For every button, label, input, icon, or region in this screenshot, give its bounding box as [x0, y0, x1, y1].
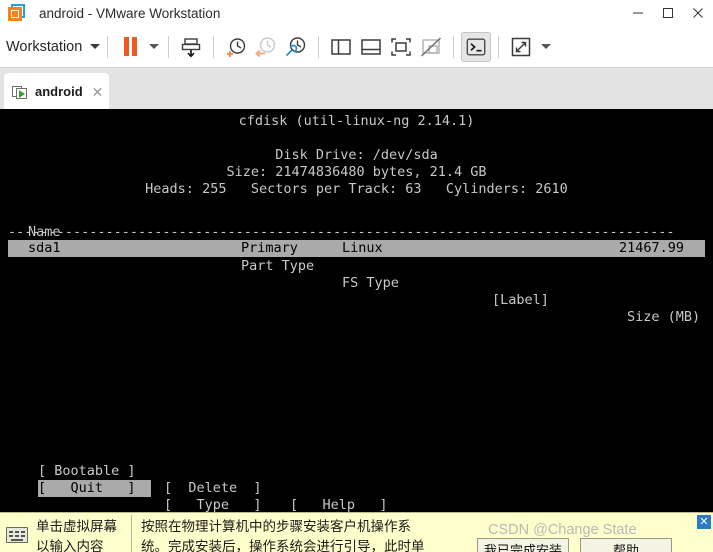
installation-complete-button[interactable]: 我已完成安装 [477, 538, 569, 552]
toolbar-divider [168, 35, 170, 58]
power-down-icon [182, 37, 201, 58]
cfdisk-header: cfdisk (util-linux-ng 2.14.1) [238, 113, 475, 129]
toolbar-divider [107, 35, 109, 58]
keyboard-icon [6, 527, 28, 543]
console-prompt-icon [466, 38, 486, 55]
snapshot-manage-icon [286, 36, 306, 56]
menu-item-quit[interactable]: [ Quit ] [38, 480, 151, 497]
toolbar-divider [498, 35, 500, 58]
hint-left-line-2: 以输入内容 [36, 539, 104, 552]
column-header-fs-type: FS Type [342, 275, 399, 291]
disk-geometry-line: Heads: 255 Sectors per Track: 63 Cylinde… [145, 181, 568, 197]
toolbar-divider [318, 35, 320, 58]
maximize-button[interactable] [653, 0, 683, 26]
help-button[interactable]: 帮助 [580, 538, 672, 552]
column-header-size: Size (MB) [627, 309, 701, 325]
cell-fs-type: Linux [342, 240, 383, 256]
guest-console-cfdisk[interactable]: cfdisk (util-linux-ng 2.14.1) Disk Drive… [0, 109, 713, 512]
chevron-down-icon [90, 44, 101, 49]
window-title: android - VMware Workstation [39, 5, 221, 21]
tab-label: android [35, 84, 83, 99]
tab-android[interactable]: android ✕ [4, 73, 110, 110]
table-separator: ----------------------------------------… [8, 224, 675, 240]
suspend-button[interactable] [115, 32, 145, 62]
console-view-button[interactable] [461, 31, 492, 62]
vm-running-icon [12, 84, 28, 100]
hint-message: 按照在物理计算机中的步骤安装客户机操作系 统。完成安装后，操作系统会进行引导，此… [141, 517, 425, 552]
cell-name: sda1 [28, 240, 61, 256]
vm-tab-strip: android ✕ [0, 67, 713, 110]
menu-item-quit-label: [ Quit ] [38, 480, 136, 496]
stretch-arrows-icon [512, 37, 531, 56]
cfdisk-status-line: Quit program without writing partition t… [0, 497, 713, 512]
workstation-menu-button[interactable]: Workstation [6, 38, 101, 55]
suspend-dropdown[interactable] [145, 32, 161, 62]
column-header-part-type: Part Type [241, 258, 315, 274]
hint-divider [131, 515, 132, 552]
pause-icon [123, 37, 137, 56]
enter-fullscreen-button[interactable] [386, 32, 416, 62]
chevron-down-icon [541, 44, 552, 49]
toolbar-divider [213, 35, 215, 58]
hint-message-line-2: 统。完成安装后，操作系统会进行引导，此时单 [141, 539, 425, 552]
unity-mode-button[interactable] [416, 32, 446, 62]
hint-message-line-1: 按照在物理计算机中的步骤安装客户机操作系 [141, 519, 411, 534]
stretch-guest-dropdown[interactable] [536, 32, 554, 62]
snapshot-revert-icon [255, 36, 276, 57]
hint-left-line-1: 单击虚拟屏幕 [36, 519, 117, 534]
window-controls [623, 0, 713, 26]
panel-left-icon [331, 38, 352, 55]
unity-disabled-icon [421, 36, 442, 57]
stretch-guest-button[interactable] [506, 32, 536, 62]
tab-close-icon[interactable]: ✕ [92, 85, 104, 99]
fullscreen-icon [391, 37, 412, 56]
table-row[interactable]: sda1 Primary Linux 21467.99 [8, 240, 705, 257]
power-button[interactable] [176, 32, 206, 62]
vmware-logo-icon [7, 3, 27, 23]
minimize-button[interactable] [623, 0, 653, 26]
revert-snapshot-button[interactable] [251, 32, 281, 62]
hint-close-icon[interactable]: ✕ [697, 515, 711, 529]
main-toolbar: Workstation [0, 26, 713, 67]
panel-bottom-icon [361, 38, 382, 55]
cell-part-type: Primary [241, 240, 298, 256]
show-thumbnail-bar-button[interactable] [356, 32, 386, 62]
toolbar-divider [453, 35, 455, 58]
show-library-button[interactable] [326, 32, 356, 62]
snapshot-add-icon [227, 37, 246, 57]
title-bar: android - VMware Workstation [0, 0, 713, 26]
take-snapshot-button[interactable] [221, 32, 251, 62]
hint-left-text: 单击虚拟屏幕 以输入内容 [36, 517, 117, 552]
chevron-down-icon [149, 44, 160, 49]
workstation-menu-label: Workstation [6, 38, 83, 55]
snapshot-manager-button[interactable] [281, 32, 311, 62]
disk-size-line: Size: 21474836480 bytes, 21.4 GB [226, 164, 487, 180]
cell-size: 21467.99 [619, 240, 685, 256]
guest-os-hint-bar: 单击虚拟屏幕 以输入内容 按照在物理计算机中的步骤安装客户机操作系 统。完成安装… [0, 512, 713, 552]
close-button[interactable] [683, 0, 713, 26]
disk-drive-line: Disk Drive: /dev/sda [275, 147, 438, 163]
column-header-label: [Label] [492, 292, 549, 308]
vmware-workstation-window: android - VMware Workstation Workstation [0, 0, 713, 552]
